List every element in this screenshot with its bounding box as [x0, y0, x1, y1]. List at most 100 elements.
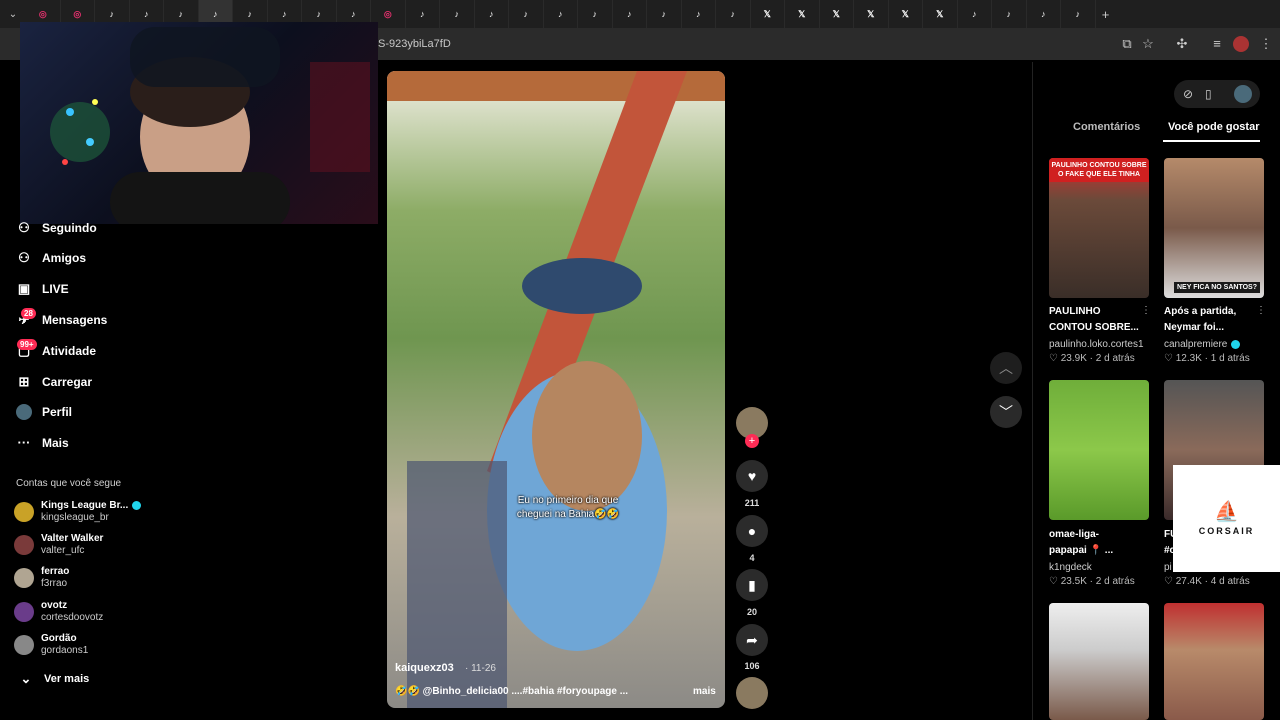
- video-player[interactable]: [387, 71, 725, 708]
- url-text[interactable]: S-923ybiLa7fD: [378, 38, 451, 50]
- recommended-video-stats: ♡ 12.3K · 1 d atrás: [1164, 353, 1250, 364]
- like-count: 23.9K: [1060, 353, 1087, 364]
- sidebar-item-label: Perfil: [42, 405, 73, 419]
- extensions-icon[interactable]: ✣: [1174, 36, 1190, 52]
- browser-tab[interactable]: ♪: [992, 0, 1027, 28]
- sidebar-item-label: Mensagens: [42, 313, 108, 327]
- like-count: 12.3K: [1175, 353, 1202, 364]
- avatar: [14, 535, 34, 555]
- tiktok-icon: ♪: [454, 9, 460, 19]
- save-button[interactable]: ▮: [736, 569, 768, 601]
- followed-account[interactable]: Valter Walker valter_ufc: [14, 533, 103, 557]
- title-line: papapai 📍 ...: [1049, 545, 1114, 556]
- comment-icon: ●: [747, 523, 757, 539]
- tiktok-icon: ♪: [661, 9, 667, 19]
- sidebar-item-friends[interactable]: ⚇ Amigos: [16, 250, 86, 266]
- next-video-button[interactable]: ﹀: [990, 396, 1022, 428]
- recommended-video-author[interactable]: canalpremiere: [1164, 339, 1241, 350]
- profile-avatar-icon[interactable]: [1233, 36, 1249, 52]
- tab-comments[interactable]: Comentários: [1073, 121, 1140, 133]
- browser-tab[interactable]: 𝕏: [785, 0, 820, 28]
- tiktok-icon: ♪: [247, 9, 253, 19]
- recommended-video-title[interactable]: Após a partida, Neymar foi...: [1164, 304, 1259, 336]
- video-age: 2 d atrás: [1095, 353, 1135, 364]
- browser-tab[interactable]: 𝕏: [820, 0, 854, 28]
- save-count: 20: [746, 607, 757, 617]
- recommended-video-thumbnail[interactable]: [1049, 380, 1149, 520]
- more-button[interactable]: mais: [693, 686, 716, 697]
- tab-you-may-like[interactable]: Você pode gostar: [1168, 121, 1259, 133]
- video-author[interactable]: kaiquexz03: [395, 662, 454, 674]
- comment-button[interactable]: ●: [736, 515, 768, 547]
- browser-tab[interactable]: ♪: [440, 0, 475, 28]
- new-tab-icon[interactable]: +: [1096, 7, 1116, 22]
- like-button[interactable]: ♥: [736, 460, 768, 492]
- sidebar-item-live[interactable]: ▣ LIVE: [16, 281, 69, 297]
- browser-tab[interactable]: ♪: [613, 0, 647, 28]
- recommended-video-thumbnail[interactable]: [1164, 603, 1264, 720]
- sidebar-item-following[interactable]: ⚇ Seguindo: [16, 220, 97, 236]
- browser-tab[interactable]: ♪: [682, 0, 716, 28]
- recommended-video-title[interactable]: omae-liga- papapai 📍 ...: [1049, 527, 1144, 559]
- sidebar-item-more[interactable]: ··· Mais: [16, 435, 69, 451]
- chevron-down-icon: ⌄: [20, 671, 32, 686]
- cast-icon[interactable]: ⧉: [1119, 36, 1135, 52]
- followed-account[interactable]: Kings League Br... kingsleague_br: [14, 500, 142, 524]
- browser-tab[interactable]: 𝕏: [751, 0, 785, 28]
- corsair-sails-icon: ⛵: [1214, 500, 1239, 523]
- caption-line: Eu no primeiro dia que: [517, 495, 619, 506]
- x-icon: 𝕏: [763, 9, 771, 19]
- browser-tab[interactable]: ♪: [544, 0, 578, 28]
- previous-video-button[interactable]: ︿: [990, 352, 1022, 384]
- device-icon[interactable]: ▯: [1205, 87, 1212, 101]
- recommended-video-thumbnail[interactable]: NEY FICA NO SANTOS?: [1164, 158, 1264, 298]
- instagram-icon: ◎: [73, 9, 82, 19]
- speed-icon[interactable]: ⊘: [1183, 87, 1193, 101]
- like-count: 27.4K: [1175, 576, 1202, 587]
- browser-menu-icon[interactable]: ⋮: [1258, 36, 1274, 52]
- more-options-icon[interactable]: ⋮: [1256, 305, 1266, 316]
- tiktok-icon: ♪: [627, 9, 632, 19]
- sidebar-item-label: Amigos: [42, 251, 87, 265]
- recommended-video-thumbnail[interactable]: PAULINHO CONTOU SOBRE O FAKE QUE ELE TIN…: [1049, 158, 1149, 298]
- see-more-link[interactable]: ⌄ Ver mais: [18, 671, 90, 687]
- recommended-video-author[interactable]: pi: [1164, 562, 1172, 573]
- browser-tab[interactable]: ♪: [647, 0, 682, 28]
- tiktok-icon: ♪: [178, 9, 184, 19]
- followed-account[interactable]: ferrao f3rrao: [14, 566, 69, 590]
- sound-avatar[interactable]: [736, 677, 768, 709]
- follow-plus-icon[interactable]: +: [745, 434, 759, 448]
- browser-tab[interactable]: ♪: [958, 0, 992, 28]
- recommended-video-author[interactable]: paulinho.loko.cortes1: [1049, 339, 1144, 350]
- share-button[interactable]: ➦: [736, 624, 768, 656]
- x-icon: 𝕏: [832, 9, 840, 19]
- sponsor-logo-overlay: ⛵ CORSAIR: [1173, 465, 1280, 572]
- browser-tab[interactable]: ♪: [716, 0, 751, 28]
- browser-tab[interactable]: ♪: [475, 0, 509, 28]
- more-options-icon[interactable]: ⋮: [1141, 305, 1151, 316]
- browser-tab[interactable]: ♪: [1027, 0, 1061, 28]
- recommended-video-title[interactable]: PAULINHO CONTOU SOBRE...: [1049, 304, 1144, 336]
- followed-account[interactable]: Gordão gordaons1: [14, 633, 88, 657]
- browser-tab[interactable]: 𝕏: [923, 0, 958, 28]
- sidebar-item-profile[interactable]: Perfil: [16, 404, 72, 420]
- browser-tab[interactable]: ♪: [1061, 0, 1096, 28]
- sidebar-item-upload[interactable]: ⊞ Carregar: [16, 374, 92, 390]
- user-avatar-icon[interactable]: [1234, 85, 1252, 103]
- recommended-video-author[interactable]: k1ngdeck: [1049, 562, 1092, 573]
- chevron-up-icon: ︿: [999, 360, 1013, 376]
- recommended-video-thumbnail[interactable]: [1049, 603, 1149, 720]
- bookmark-star-icon[interactable]: ☆: [1140, 36, 1156, 52]
- browser-tab[interactable]: ♪: [578, 0, 613, 28]
- browser-tab[interactable]: ♪: [509, 0, 544, 28]
- followed-account[interactable]: ovotz cortesdoovotz: [14, 600, 103, 624]
- browser-tab[interactable]: 𝕏: [889, 0, 923, 28]
- reading-list-icon[interactable]: ≡: [1209, 36, 1225, 52]
- tab-search-icon[interactable]: ⌄: [0, 9, 26, 20]
- sidebar-item-label: LIVE: [42, 282, 69, 296]
- tiktok-icon: ♪: [1041, 9, 1046, 19]
- heart-icon: ♥: [747, 468, 757, 484]
- account-handle: kingsleague_br: [41, 512, 109, 523]
- browser-tab[interactable]: 𝕏: [854, 0, 889, 28]
- browser-tab[interactable]: ♪: [406, 0, 440, 28]
